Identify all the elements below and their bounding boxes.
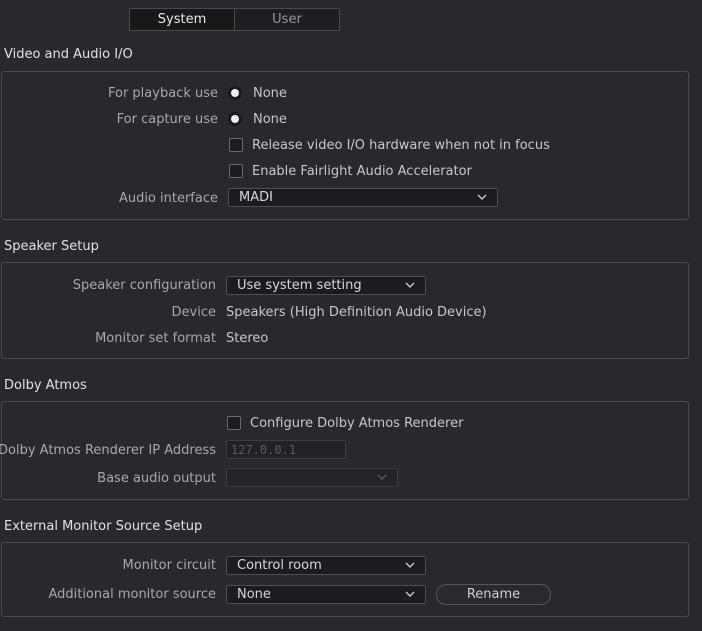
device-label: Device bbox=[171, 305, 216, 320]
chevron-down-icon bbox=[405, 282, 415, 288]
speaker-config-select[interactable]: Use system setting bbox=[226, 276, 426, 295]
release-hardware-checkbox[interactable] bbox=[229, 138, 243, 152]
additional-source-label: Additional monitor source bbox=[48, 587, 216, 602]
preferences-tabs: System User bbox=[129, 8, 340, 31]
fairlight-accelerator-label: Enable Fairlight Audio Accelerator bbox=[252, 164, 472, 179]
monitor-circuit-select[interactable]: Control room bbox=[226, 556, 426, 575]
tab-user[interactable]: User bbox=[234, 9, 339, 30]
additional-source-select[interactable]: None bbox=[226, 585, 426, 604]
audio-interface-value: MADI bbox=[239, 190, 273, 205]
chevron-down-icon bbox=[405, 562, 415, 568]
audio-interface-label: Audio interface bbox=[118, 191, 218, 206]
configure-dolby-checkbox[interactable] bbox=[227, 416, 241, 430]
release-hardware-label: Release video I/O hardware when not in f… bbox=[252, 138, 550, 153]
monitor-circuit-label: Monitor circuit bbox=[122, 558, 216, 573]
capture-value: None bbox=[253, 112, 287, 127]
audio-interface-select[interactable]: MADI bbox=[228, 188, 498, 207]
fairlight-accelerator-checkbox[interactable] bbox=[229, 164, 243, 178]
playback-radio[interactable] bbox=[228, 86, 242, 100]
speaker-config-label: Speaker configuration bbox=[72, 278, 216, 293]
monitor-format-label: Monitor set format bbox=[95, 331, 216, 346]
speaker-config-value: Use system setting bbox=[237, 278, 362, 293]
dolby-ip-input[interactable]: 127.0.0.1 bbox=[226, 440, 346, 459]
base-output-label: Base audio output bbox=[97, 471, 216, 486]
section-title-video-audio-io: Video and Audio I/O bbox=[4, 47, 133, 62]
monitor-format-value: Stereo bbox=[226, 331, 269, 346]
section-title-dolby-atmos: Dolby Atmos bbox=[4, 378, 87, 393]
chevron-down-icon bbox=[377, 474, 387, 480]
chevron-down-icon bbox=[405, 591, 415, 597]
playback-value: None bbox=[253, 86, 287, 101]
rename-button[interactable]: Rename bbox=[436, 584, 551, 605]
chevron-down-icon bbox=[477, 194, 487, 200]
tab-system[interactable]: System bbox=[130, 9, 234, 30]
additional-source-value: None bbox=[237, 587, 271, 602]
device-value: Speakers (High Definition Audio Device) bbox=[226, 305, 487, 320]
capture-radio[interactable] bbox=[228, 112, 242, 126]
base-output-select[interactable] bbox=[226, 468, 398, 487]
capture-label: For capture use bbox=[116, 112, 218, 127]
monitor-circuit-value: Control room bbox=[237, 558, 322, 573]
playback-label: For playback use bbox=[107, 86, 218, 101]
section-title-speaker-setup: Speaker Setup bbox=[4, 239, 99, 254]
configure-dolby-label: Configure Dolby Atmos Renderer bbox=[250, 416, 464, 431]
dolby-ip-label: Dolby Atmos Renderer IP Address bbox=[0, 443, 216, 458]
panel-external-monitor bbox=[1, 542, 689, 617]
section-title-external-monitor: External Monitor Source Setup bbox=[4, 519, 203, 534]
